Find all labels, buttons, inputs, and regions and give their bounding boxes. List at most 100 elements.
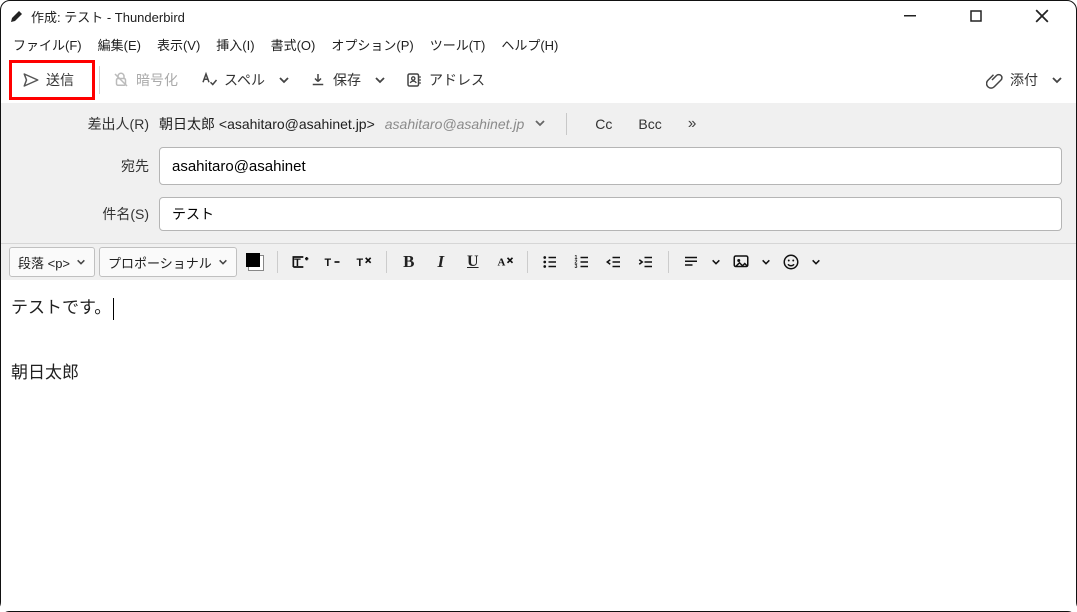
increase-font-button[interactable]: T xyxy=(286,248,314,276)
menu-options[interactable]: オプション(P) xyxy=(323,33,421,56)
maximize-button[interactable] xyxy=(956,2,996,30)
from-identity-extra: asahitaro@asahinet.jp xyxy=(385,116,525,132)
color-swatch-icon xyxy=(246,253,264,271)
svg-text:T: T xyxy=(324,257,331,269)
subject-input[interactable] xyxy=(170,205,1051,223)
window-title: 作成: テスト - Thunderbird xyxy=(31,7,185,26)
chevron-down-icon xyxy=(218,257,228,267)
outdent-icon xyxy=(605,253,623,271)
indent-icon xyxy=(637,253,655,271)
menu-help[interactable]: ヘルプ(H) xyxy=(493,33,566,56)
bullet-list-icon xyxy=(541,253,559,271)
separator xyxy=(99,66,100,94)
menubar: ファイル(F) 編集(E) 表示(V) 挿入(I) 書式(O) オプション(P)… xyxy=(1,31,1076,57)
subject-row: 件名(S) xyxy=(1,197,1062,231)
subject-field-box[interactable] xyxy=(159,197,1062,231)
more-fields-button[interactable]: ›​› xyxy=(680,115,703,133)
emoji-button[interactable] xyxy=(777,248,805,276)
text-color-button[interactable] xyxy=(241,248,269,276)
separator xyxy=(527,251,528,273)
text-caret xyxy=(113,298,114,320)
menu-tools[interactable]: ツール(T) xyxy=(422,33,494,56)
spellcheck-icon xyxy=(200,71,218,89)
subject-label: 件名(S) xyxy=(1,204,149,224)
image-icon xyxy=(732,253,750,271)
font-select[interactable]: プロポーショナル xyxy=(99,247,237,277)
message-body[interactable]: テストです。 朝日太郎 xyxy=(1,280,1076,611)
clear-format-icon: T xyxy=(354,252,374,272)
bold-button[interactable]: B xyxy=(395,248,423,276)
align-menu-dropdown[interactable] xyxy=(709,248,723,276)
font-decrease-icon: T xyxy=(322,252,342,272)
to-field-box[interactable] xyxy=(159,147,1062,185)
menu-view[interactable]: 表示(V) xyxy=(149,33,208,56)
align-menu-button[interactable] xyxy=(677,248,705,276)
body-line-2: 朝日太郎 xyxy=(11,357,1066,389)
separator xyxy=(386,251,387,273)
send-icon xyxy=(22,71,40,89)
chevron-down-icon xyxy=(1051,74,1063,86)
from-identity[interactable]: 朝日太郎 <asahitaro@asahinet.jp> xyxy=(159,114,375,134)
chevron-down-icon xyxy=(811,257,821,267)
address-button[interactable]: アドレス xyxy=(397,66,493,94)
to-input[interactable] xyxy=(170,157,1051,176)
block-format-select[interactable]: 段落 <p> xyxy=(9,247,95,277)
spell-label: スペル xyxy=(224,70,265,90)
underline-button[interactable]: U xyxy=(459,248,487,276)
chevron-down-icon xyxy=(534,117,546,129)
titlebar: 作成: テスト - Thunderbird xyxy=(1,1,1076,31)
svg-text:T: T xyxy=(356,257,363,269)
spell-dropdown[interactable] xyxy=(273,66,295,94)
separator xyxy=(668,251,669,273)
headers-area: 差出人(R) 朝日太郎 <asahitaro@asahinet.jp> asah… xyxy=(1,103,1076,243)
separator xyxy=(566,113,567,135)
attach-label: 添付 xyxy=(1010,70,1038,90)
menu-edit[interactable]: 編集(E) xyxy=(90,33,149,56)
addressbook-icon xyxy=(405,71,423,89)
menu-file[interactable]: ファイル(F) xyxy=(5,33,90,56)
send-button-highlight: 送信 xyxy=(9,60,95,100)
download-icon xyxy=(309,71,327,89)
remove-style-icon: A xyxy=(495,252,515,272)
spell-button[interactable]: スペル xyxy=(192,66,273,94)
chevron-down-icon xyxy=(711,257,721,267)
send-button[interactable]: 送信 xyxy=(14,66,82,94)
menu-insert[interactable]: 挿入(I) xyxy=(208,33,262,56)
attach-dropdown[interactable] xyxy=(1046,66,1068,94)
bullet-list-button[interactable] xyxy=(536,248,564,276)
svg-text:T: T xyxy=(294,257,301,269)
from-label: 差出人(R) xyxy=(1,114,149,134)
encrypt-label: 暗号化 xyxy=(136,70,178,90)
outdent-button[interactable] xyxy=(600,248,628,276)
attach-button[interactable]: 添付 xyxy=(978,66,1046,94)
encrypt-button[interactable]: 暗号化 xyxy=(104,66,186,94)
menu-format[interactable]: 書式(O) xyxy=(263,33,324,56)
pencil-icon xyxy=(9,8,25,24)
to-label: 宛先 xyxy=(1,156,149,176)
minimize-button[interactable] xyxy=(890,2,930,30)
from-dropdown[interactable] xyxy=(534,116,546,132)
to-row: 宛先 xyxy=(1,147,1062,185)
remove-style-button[interactable]: A xyxy=(491,248,519,276)
decrease-font-button[interactable]: T xyxy=(318,248,346,276)
chevron-down-icon xyxy=(278,74,290,86)
bcc-button[interactable]: Bcc xyxy=(630,114,669,134)
insert-image-dropdown[interactable] xyxy=(759,248,773,276)
save-dropdown[interactable] xyxy=(369,66,391,94)
font-increase-icon: T xyxy=(290,252,310,272)
indent-button[interactable] xyxy=(632,248,660,276)
cc-button[interactable]: Cc xyxy=(587,114,620,134)
number-list-button[interactable]: 123 xyxy=(568,248,596,276)
body-line-1: テストです。 xyxy=(11,292,1066,324)
send-label: 送信 xyxy=(46,70,74,90)
clear-format-button[interactable]: T xyxy=(350,248,378,276)
block-format-value: 段落 <p> xyxy=(18,253,70,272)
italic-button[interactable]: I xyxy=(427,248,455,276)
close-button[interactable] xyxy=(1022,2,1062,30)
separator xyxy=(277,251,278,273)
chevron-down-icon xyxy=(761,257,771,267)
insert-image-button[interactable] xyxy=(727,248,755,276)
emoji-dropdown[interactable] xyxy=(809,248,823,276)
chevron-down-icon xyxy=(374,74,386,86)
save-button[interactable]: 保存 xyxy=(301,66,369,94)
